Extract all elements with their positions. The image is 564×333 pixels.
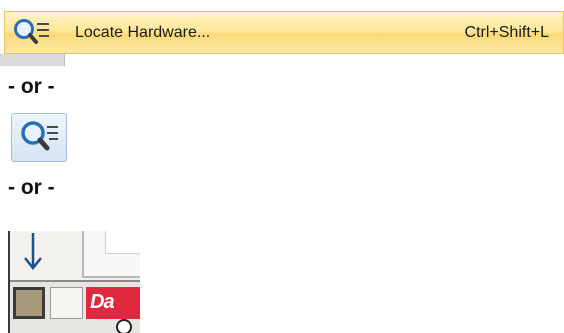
magnifier-locate-icon bbox=[21, 121, 58, 151]
or-separator: - or - bbox=[8, 176, 55, 199]
brand-chip[interactable]: Da bbox=[86, 287, 140, 319]
down-arrow-icon bbox=[24, 233, 42, 271]
menu-item-label: Locate Hardware... bbox=[75, 24, 211, 41]
panel-inner-frame bbox=[105, 231, 140, 254]
resize-handle[interactable] bbox=[116, 319, 132, 333]
brand-chip-text: Da bbox=[90, 291, 115, 313]
magnifier-locate-icon bbox=[11, 17, 51, 49]
hardware-swatch[interactable] bbox=[13, 287, 45, 319]
light-cell[interactable] bbox=[50, 287, 83, 319]
locate-hardware-toolbar-button[interactable] bbox=[11, 113, 67, 162]
or-separator: - or - bbox=[8, 75, 55, 98]
hardware-panel-crop: Da bbox=[8, 231, 140, 333]
menu-edge-strip bbox=[0, 54, 65, 66]
menu-item-shortcut: Ctrl+Shift+L bbox=[464, 24, 549, 41]
locate-hardware-menu-item[interactable]: Locate Hardware... Ctrl+Shift+L bbox=[4, 11, 564, 54]
